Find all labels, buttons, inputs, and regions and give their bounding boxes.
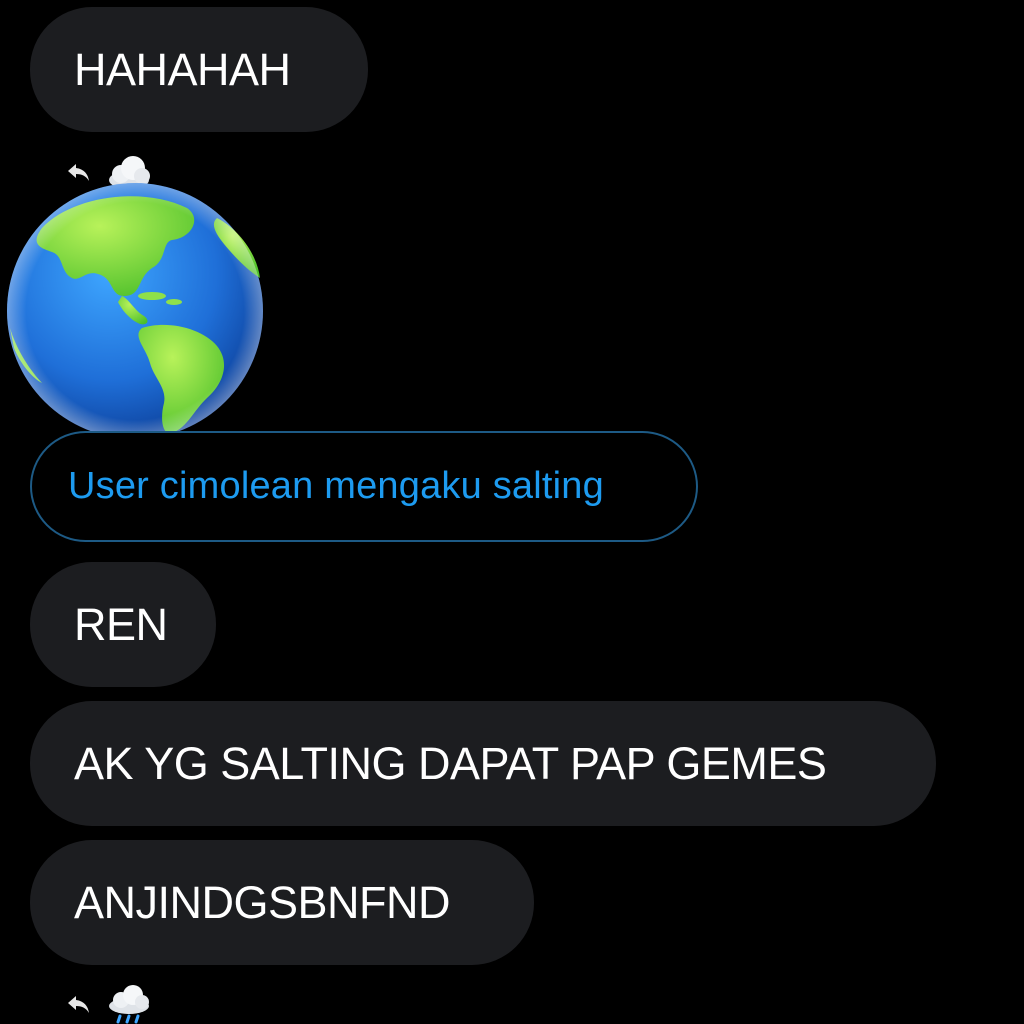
- message-text: HAHAHAH: [74, 43, 291, 95]
- globe-americas-icon: [7, 183, 263, 439]
- message-text: ANJINDGSBNFND: [74, 876, 451, 928]
- quoted-message[interactable]: User cimolean mengaku salting: [30, 431, 698, 542]
- message-bubble[interactable]: AK YG SALTING DAPAT PAP GEMES: [30, 701, 936, 826]
- reply-icon[interactable]: [64, 989, 94, 1019]
- quoted-message-text: User cimolean mengaku salting: [68, 465, 604, 507]
- reaction-row: [64, 984, 152, 1024]
- message-bubble[interactable]: HAHAHAH: [30, 7, 368, 132]
- message-text: AK YG SALTING DAPAT PAP GEMES: [74, 737, 827, 789]
- message-bubble[interactable]: REN: [30, 562, 216, 687]
- message-text: REN: [74, 598, 168, 650]
- cloud-with-rain-icon: [109, 985, 149, 1024]
- message-bubble[interactable]: ANJINDGSBNFND: [30, 840, 534, 965]
